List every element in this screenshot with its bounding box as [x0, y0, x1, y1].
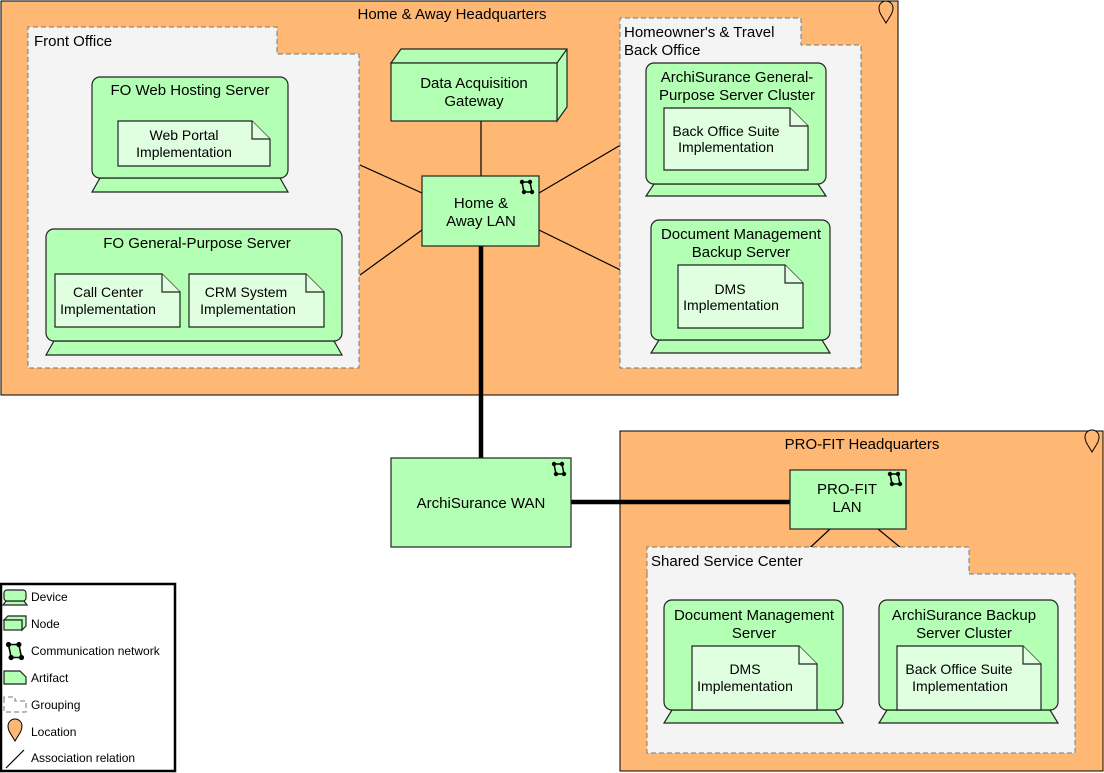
legend-item-artifact: Artifact: [3, 670, 69, 685]
svg-text:Server: Server: [732, 625, 776, 642]
svg-text:Implementation: Implementation: [678, 139, 774, 155]
device-fo-web-hosting-server[interactable]: FO Web Hosting Server Web Portal Impleme…: [90, 76, 290, 193]
svg-text:LAN: LAN: [832, 499, 861, 516]
svg-text:Data Acquisition: Data Acquisition: [420, 75, 528, 92]
artifact-dms[interactable]: DMS Implementation: [691, 645, 818, 711]
svg-text:CRM System: CRM System: [205, 284, 287, 300]
svg-text:ArchiSurance General-: ArchiSurance General-: [661, 69, 814, 86]
device-archisurance-gp-server-cluster[interactable]: ArchiSurance General- Purpose Server Clu…: [644, 62, 828, 197]
svg-text:Back Office Suite: Back Office Suite: [672, 123, 779, 139]
device-archisurance-backup-server-cluster[interactable]: ArchiSurance Backup Server Cluster Back …: [877, 599, 1060, 724]
device-document-management-server[interactable]: Document Management Server DMS Implement…: [662, 599, 845, 724]
svg-text:PRO-FIT: PRO-FIT: [817, 481, 877, 498]
legend-item-grouping: Grouping: [3, 696, 80, 713]
svg-text:Artifact: Artifact: [31, 671, 69, 685]
artifact-back-office-suite[interactable]: Back Office Suite Implementation: [663, 107, 809, 171]
artifact-call-center[interactable]: Call Center Implementation: [54, 273, 181, 328]
artifact-web-portal[interactable]: Web Portal Implementation: [117, 120, 271, 167]
svg-text:Implementation: Implementation: [60, 301, 156, 317]
svg-text:ArchiSurance WAN: ArchiSurance WAN: [417, 495, 546, 512]
legend-item-node: Node: [2, 615, 60, 632]
network-archisurance-wan[interactable]: ArchiSurance WAN: [390, 457, 572, 548]
location-title: PRO-FIT Headquarters: [785, 436, 940, 453]
location-title: Home & Away Headquarters: [358, 6, 547, 23]
device-document-management-backup-server[interactable]: Document Management Backup Server DMS Im…: [649, 219, 832, 354]
svg-text:DMS: DMS: [714, 281, 745, 297]
device-name: FO Web Hosting Server: [111, 82, 270, 99]
svg-text:Server Cluster: Server Cluster: [916, 625, 1012, 642]
svg-text:Home &: Home &: [454, 195, 508, 212]
group-label: Front Office: [34, 33, 112, 50]
svg-text:Purpose Server Cluster: Purpose Server Cluster: [659, 87, 815, 104]
artifact-crm-system[interactable]: CRM System Implementation: [188, 273, 325, 328]
device-fo-general-purpose-server[interactable]: FO General-Purpose Server Call Center Im…: [44, 228, 344, 356]
svg-text:Document Management: Document Management: [674, 607, 835, 624]
node-data-acquisition-gateway[interactable]: Data Acquisition Gateway: [389, 48, 568, 123]
svg-text:Implementation: Implementation: [697, 678, 793, 694]
svg-text:Association relation: Association relation: [31, 751, 135, 765]
svg-text:Call Center: Call Center: [73, 284, 143, 300]
legend: Device Node Communication network Artifa…: [0, 582, 177, 773]
svg-text:Back Office Suite: Back Office Suite: [905, 661, 1012, 677]
svg-text:Backup Server: Backup Server: [692, 244, 790, 261]
network-profit-lan[interactable]: PRO-FIT LAN: [789, 469, 907, 530]
svg-text:Implementation: Implementation: [136, 144, 232, 160]
svg-text:Device: Device: [31, 590, 68, 604]
svg-text:Gateway: Gateway: [444, 93, 504, 110]
svg-text:Grouping: Grouping: [31, 698, 80, 712]
svg-text:Node: Node: [31, 617, 60, 631]
svg-text:DMS: DMS: [729, 661, 760, 677]
svg-text:Web Portal: Web Portal: [150, 127, 219, 143]
legend-item-device: Device: [1, 589, 68, 606]
artifact-dms[interactable]: DMS Implementation: [677, 264, 804, 329]
svg-text:Shared Service Center: Shared Service Center: [651, 553, 803, 570]
archimate-diagram: Home & Away Headquarters Front Office FO…: [0, 0, 1104, 773]
svg-text:Homeowner's & Travel: Homeowner's & Travel: [624, 24, 774, 41]
artifact-icon: [3, 670, 27, 685]
svg-text:Implementation: Implementation: [683, 297, 779, 313]
svg-text:Communication network: Communication network: [31, 644, 161, 658]
network-home-away-lan[interactable]: Home & Away LAN: [421, 175, 540, 247]
svg-text:Implementation: Implementation: [200, 301, 296, 317]
svg-text:ArchiSurance Backup: ArchiSurance Backup: [892, 607, 1036, 624]
svg-text:Away LAN: Away LAN: [446, 213, 516, 230]
svg-text:Implementation: Implementation: [912, 678, 1008, 694]
svg-text:Back Office: Back Office: [624, 42, 700, 59]
artifact-back-office-suite[interactable]: Back Office Suite Implementation: [896, 645, 1042, 711]
svg-text:Location: Location: [31, 725, 76, 739]
device-name: FO General-Purpose Server: [103, 235, 291, 252]
svg-text:Document Management: Document Management: [661, 226, 822, 243]
